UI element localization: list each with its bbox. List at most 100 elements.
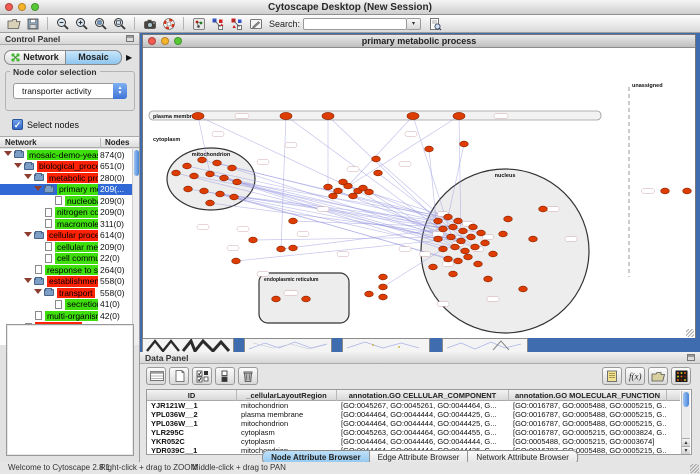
help-icon[interactable] <box>160 16 177 32</box>
tree-row-metabolic-process[interactable]: metabolic process280(0) <box>0 172 132 184</box>
network-node[interactable] <box>249 237 258 243</box>
network-node[interactable] <box>233 179 242 185</box>
tree-row-cellular-process[interactable]: cellular process614(0) <box>0 230 132 242</box>
network-node[interactable] <box>683 188 692 194</box>
network-node[interactable] <box>289 245 298 251</box>
tree-row-nitrogen-compo[interactable]: nitrogen compo209(0) <box>0 207 132 219</box>
edit-network-1-icon[interactable] <box>209 16 226 32</box>
network-node[interactable] <box>213 160 222 166</box>
import-attributes-icon[interactable] <box>648 367 668 385</box>
network-node[interactable] <box>449 271 458 277</box>
network-node[interactable] <box>454 218 463 224</box>
select-nodes-checkbox[interactable]: ✓ <box>12 119 23 130</box>
network-node[interactable] <box>232 258 241 264</box>
tree-row-multi-organism-pro[interactable]: multi-organism pro42(0) <box>0 310 132 322</box>
network-node[interactable] <box>539 206 548 212</box>
canvas-resize-grip[interactable] <box>686 329 694 337</box>
network-node[interactable] <box>379 284 388 290</box>
network-node[interactable] <box>499 231 508 237</box>
network-node[interactable] <box>459 228 468 234</box>
table-scrollbar[interactable]: ▲ ▼ <box>681 391 690 454</box>
zoom-in-icon[interactable] <box>73 16 90 32</box>
network-node[interactable] <box>460 141 469 147</box>
network-node[interactable] <box>529 236 538 242</box>
network-node[interactable] <box>439 246 448 252</box>
tab-network[interactable]: Network <box>4 50 66 65</box>
network-node[interactable] <box>449 224 458 230</box>
network-node[interactable] <box>451 244 460 250</box>
network-node[interactable] <box>429 264 438 270</box>
save-session-icon[interactable] <box>24 16 41 32</box>
disclosure-triangle-icon[interactable] <box>34 289 42 294</box>
background-window[interactable] <box>342 338 430 352</box>
network-node[interactable] <box>230 194 239 200</box>
network-node[interactable] <box>192 112 204 119</box>
tree-row-primary-metabo[interactable]: primary metabo209(... <box>0 184 132 196</box>
network-node[interactable] <box>277 246 286 252</box>
birdseye-view[interactable] <box>6 324 134 456</box>
network-node[interactable] <box>372 156 381 162</box>
network-node[interactable] <box>365 291 374 297</box>
network-node[interactable] <box>184 186 193 192</box>
table-row[interactable]: YLR295Ccytoplasm[GO:0045263, GO:0044464,… <box>147 428 680 437</box>
network-node[interactable] <box>489 251 498 257</box>
network-node[interactable] <box>481 240 490 246</box>
network-node[interactable] <box>454 258 463 264</box>
network-node[interactable] <box>474 261 483 267</box>
new-attribute-icon[interactable] <box>169 367 189 385</box>
network-node[interactable] <box>324 184 333 190</box>
network-node[interactable] <box>453 112 465 119</box>
attribute-checklist-icon[interactable] <box>192 367 212 385</box>
search-input[interactable] <box>303 18 407 30</box>
network-node[interactable] <box>444 214 453 220</box>
disclosure-triangle-icon[interactable] <box>14 163 22 168</box>
tree-row-nucleobase-[interactable]: nucleobase-209(0) <box>0 195 132 207</box>
snapshot-icon[interactable] <box>141 16 158 32</box>
cytopanel-network-icon[interactable] <box>190 16 207 32</box>
network-node[interactable] <box>379 274 388 280</box>
tree-col-network[interactable]: Network <box>5 138 37 147</box>
network-node[interactable] <box>228 165 237 171</box>
background-window[interactable] <box>142 338 234 352</box>
network-node[interactable] <box>434 218 443 224</box>
column-header[interactable]: _cellularLayoutRegion <box>237 390 337 401</box>
column-header[interactable]: annotation.GO CELLULAR_COMPONENT <box>337 390 509 401</box>
network-node[interactable] <box>461 248 470 254</box>
tree-row-cell-communicat[interactable]: cell communicat22(0) <box>0 253 132 265</box>
zoom-fit-icon[interactable] <box>111 16 128 32</box>
network-node[interactable] <box>484 276 493 282</box>
zoom-out-icon[interactable] <box>54 16 71 32</box>
search-options-icon[interactable] <box>426 16 443 32</box>
disclosure-triangle-icon[interactable] <box>24 278 32 283</box>
zoom-selected-icon[interactable] <box>92 16 109 32</box>
attribute-select-icon[interactable] <box>146 367 166 385</box>
table-row[interactable]: YJR121W__1mitochondrion[GO:0045267, GO:0… <box>147 401 680 410</box>
tree-scrollbar[interactable] <box>132 149 139 345</box>
disclosure-triangle-icon[interactable] <box>4 151 12 156</box>
network-node[interactable] <box>447 234 456 240</box>
network-canvas[interactable]: plasma membranecytoplasmmitochondrionnuc… <box>143 49 695 338</box>
table-row[interactable]: YKR052Ccytoplasm[GO:0044464, GO:0044446,… <box>147 437 680 446</box>
network-node[interactable] <box>379 294 388 300</box>
network-node[interactable] <box>471 244 480 250</box>
network-node[interactable] <box>206 171 215 177</box>
column-header[interactable]: annotation.GO MOLECULAR_FUNCTION <box>509 390 667 401</box>
network-node[interactable] <box>200 188 209 194</box>
tree-row-macromolecule[interactable]: macromolecule311(0) <box>0 218 132 230</box>
network-node[interactable] <box>425 146 434 152</box>
more-tabs-arrow-icon[interactable]: ▶ <box>126 53 132 62</box>
network-node[interactable] <box>322 112 334 119</box>
network-node[interactable] <box>206 200 215 206</box>
background-window[interactable] <box>442 338 528 352</box>
notes-icon[interactable] <box>602 367 622 385</box>
annotation-icon[interactable] <box>247 16 264 32</box>
network-node[interactable] <box>434 236 443 242</box>
network-node[interactable] <box>302 296 311 302</box>
network-node[interactable] <box>464 254 473 260</box>
tree-row-response-to-stimul[interactable]: response to stimul264(0) <box>0 264 132 276</box>
open-file-icon[interactable] <box>5 16 22 32</box>
tree-row-secretion[interactable]: secretion41(0) <box>0 299 132 311</box>
background-window[interactable] <box>244 338 332 352</box>
network-node[interactable] <box>365 189 374 195</box>
network-node[interactable] <box>289 218 298 224</box>
